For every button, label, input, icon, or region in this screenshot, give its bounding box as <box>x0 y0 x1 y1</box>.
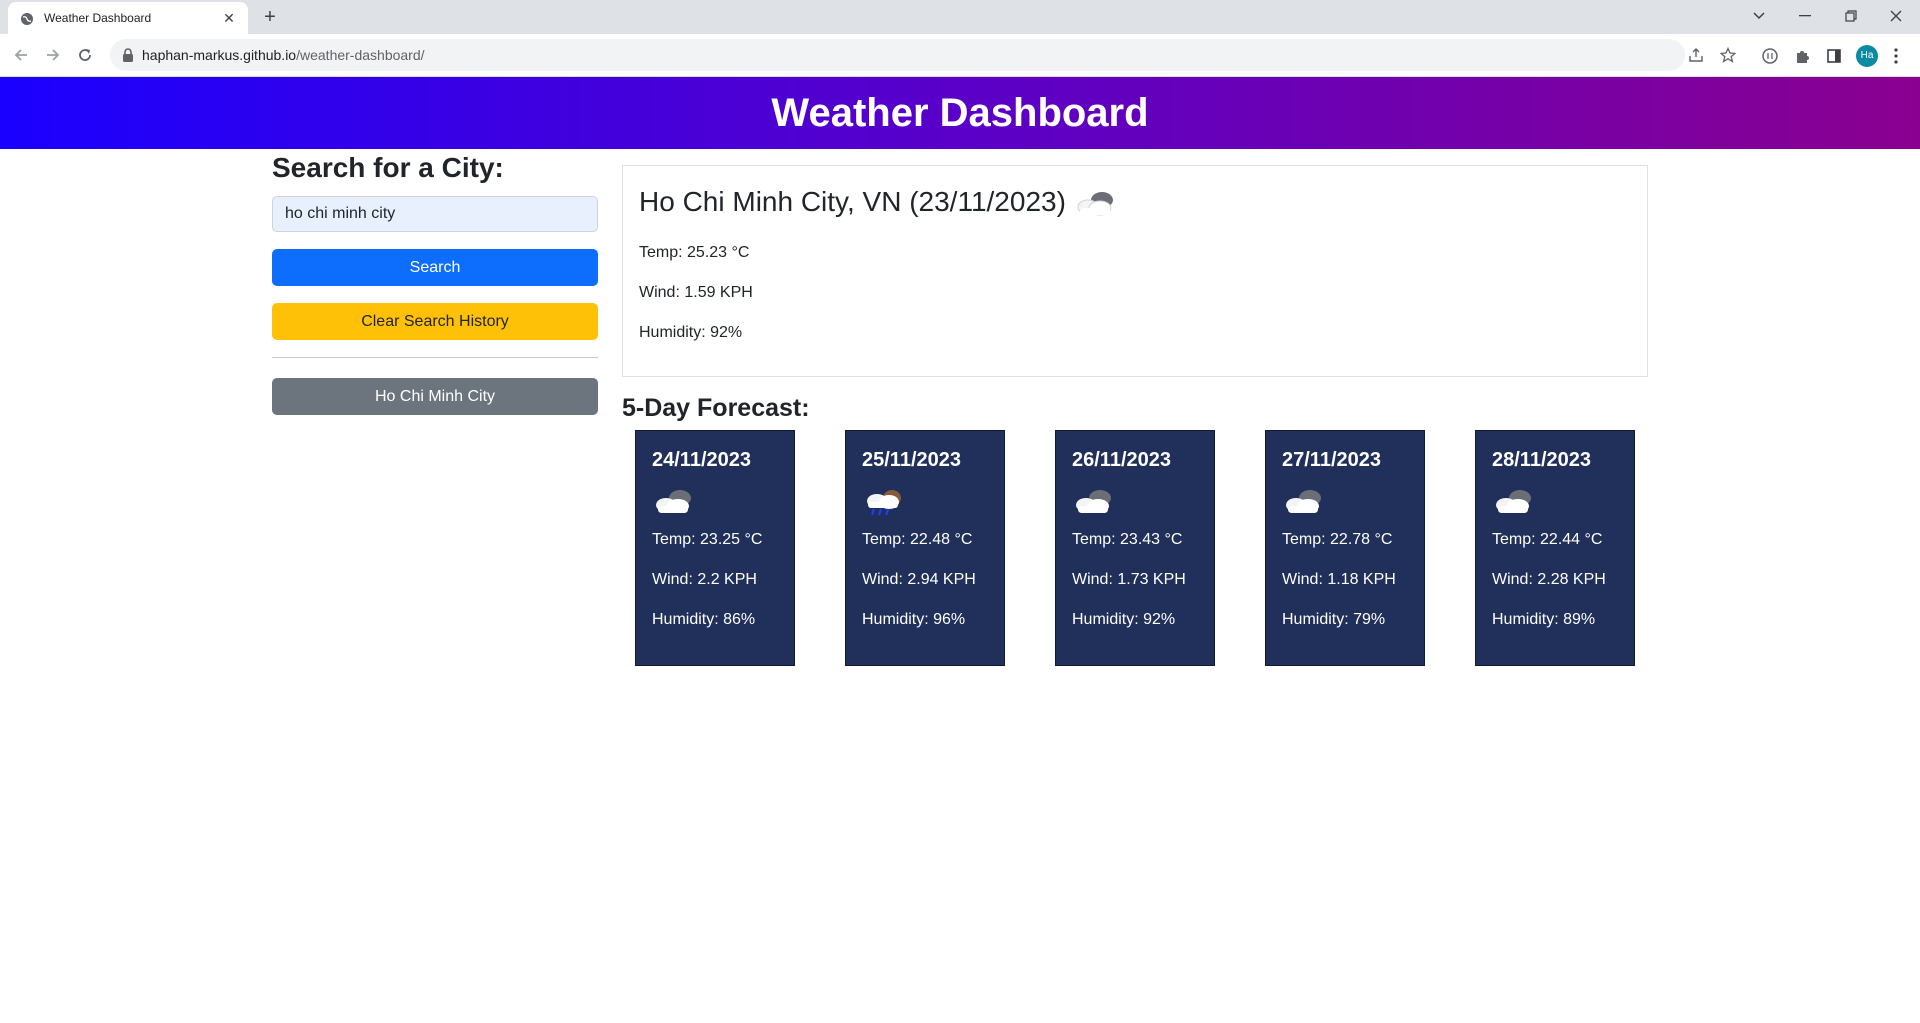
forecast-humidity: Humidity: 86% <box>652 611 756 628</box>
forecast-temp: Temp: 23.43 °C <box>1072 531 1183 548</box>
forecast-card: 25/11/2023 Temp: 22.48 °C Wind: 2.94 KPH… <box>845 430 1005 666</box>
browser-tab[interactable]: Weather Dashboard ✕ <box>8 2 248 34</box>
forecast-heading: 5-Day Forecast: <box>622 394 810 422</box>
forecast-card: 27/11/2023 Temp: 22.78 °C Wind: 1.18 KPH… <box>1265 430 1425 666</box>
forecast-wind: Wind: 2.28 KPH <box>1492 571 1606 588</box>
forecast-date: 25/11/2023 <box>862 449 961 471</box>
page-title: Weather Dashboard <box>771 91 1149 135</box>
puzzle-icon[interactable] <box>1792 46 1812 66</box>
site-header: Weather Dashboard <box>0 77 1920 149</box>
forecast-wind: Wind: 2.94 KPH <box>862 571 976 588</box>
extension-circle-icon[interactable] <box>1760 46 1780 66</box>
current-weather-title: Ho Chi Minh City, VN (23/11/2023) <box>639 186 1118 219</box>
browser-toolbar: haphan-markus.github.io/weather-dashboar… <box>0 34 1920 77</box>
forecast-date: 27/11/2023 <box>1282 449 1381 471</box>
restore-icon[interactable] <box>1837 4 1865 28</box>
forecast-wind: Wind: 2.2 KPH <box>652 571 757 588</box>
forecast-temp: Temp: 23.25 °C <box>652 531 763 548</box>
cloudy-icon <box>1076 490 1111 513</box>
current-city-date: Ho Chi Minh City, VN (23/11/2023) <box>639 186 1066 217</box>
url-text: haphan-markus.github.io/weather-dashboar… <box>142 47 425 63</box>
forecast-temp: Temp: 22.78 °C <box>1282 531 1393 548</box>
url-host: haphan-markus.github.io <box>142 47 297 63</box>
browser-tabstrip: Weather Dashboard ✕ + <box>0 0 1920 34</box>
clear-history-button[interactable]: Clear Search History <box>272 303 598 340</box>
current-weather-card: Ho Chi Minh City, VN (23/11/2023) Temp: … <box>622 165 1648 377</box>
menu-dots-icon[interactable] <box>1886 46 1906 66</box>
forecast-humidity: Humidity: 89% <box>1492 611 1596 628</box>
forecast-date: 24/11/2023 <box>652 449 751 471</box>
current-wind: Wind: 1.59 KPH <box>639 284 753 301</box>
forecast-humidity: Humidity: 92% <box>1072 611 1176 628</box>
forecast-temp: Temp: 22.48 °C <box>862 531 973 548</box>
cloudy-icon <box>1286 490 1321 513</box>
minimize-icon[interactable] <box>1791 4 1819 28</box>
search-button[interactable]: Search <box>272 249 598 286</box>
rain-icon <box>867 490 901 516</box>
forecast-wind: Wind: 1.18 KPH <box>1282 571 1396 588</box>
side-panel-icon[interactable] <box>1824 46 1844 66</box>
forecast-wind: Wind: 1.73 KPH <box>1072 571 1186 588</box>
bookmark-star-icon[interactable] <box>1719 46 1737 64</box>
history-city-button[interactable]: Ho Chi Minh City <box>272 378 598 415</box>
forecast-date: 28/11/2023 <box>1492 449 1591 471</box>
close-window-icon[interactable] <box>1882 4 1910 28</box>
forecast-humidity: Humidity: 79% <box>1282 611 1386 628</box>
profile-avatar[interactable]: Ha <box>1856 45 1878 67</box>
forecast-card: 24/11/2023 Temp: 23.25 °C Wind: 2.2 KPH … <box>635 430 795 666</box>
share-icon[interactable] <box>1687 46 1705 64</box>
cloudy-icon <box>1496 490 1531 513</box>
forecast-temp: Temp: 22.44 °C <box>1492 531 1603 548</box>
city-search-input[interactable] <box>272 196 598 232</box>
forecast-humidity: Humidity: 96% <box>862 611 966 628</box>
reload-icon[interactable] <box>74 44 96 66</box>
tab-title: Weather Dashboard <box>44 11 152 25</box>
forecast-card: 28/11/2023 Temp: 22.44 °C Wind: 2.28 KPH… <box>1475 430 1635 666</box>
close-tab-icon[interactable]: ✕ <box>220 9 238 27</box>
globe-icon <box>21 13 33 25</box>
current-temp: Temp: 25.23 °C <box>639 244 750 261</box>
forecast-date: 26/11/2023 <box>1072 449 1171 471</box>
address-bar[interactable]: haphan-markus.github.io/weather-dashboar… <box>110 39 1736 71</box>
forward-icon[interactable] <box>42 44 64 66</box>
forecast-card: 26/11/2023 Temp: 23.43 °C Wind: 1.73 KPH… <box>1055 430 1215 666</box>
tab-search-icon[interactable] <box>1745 4 1773 28</box>
divider <box>272 357 598 358</box>
lock-icon <box>123 48 133 62</box>
search-heading: Search for a City: <box>272 152 504 183</box>
url-path: /weather-dashboard/ <box>296 47 425 63</box>
back-icon[interactable] <box>10 44 32 66</box>
current-humidity: Humidity: 92% <box>639 324 743 341</box>
cloudy-icon <box>656 490 691 513</box>
cloudy-icon <box>1077 191 1113 216</box>
new-tab-icon[interactable]: + <box>258 6 282 30</box>
